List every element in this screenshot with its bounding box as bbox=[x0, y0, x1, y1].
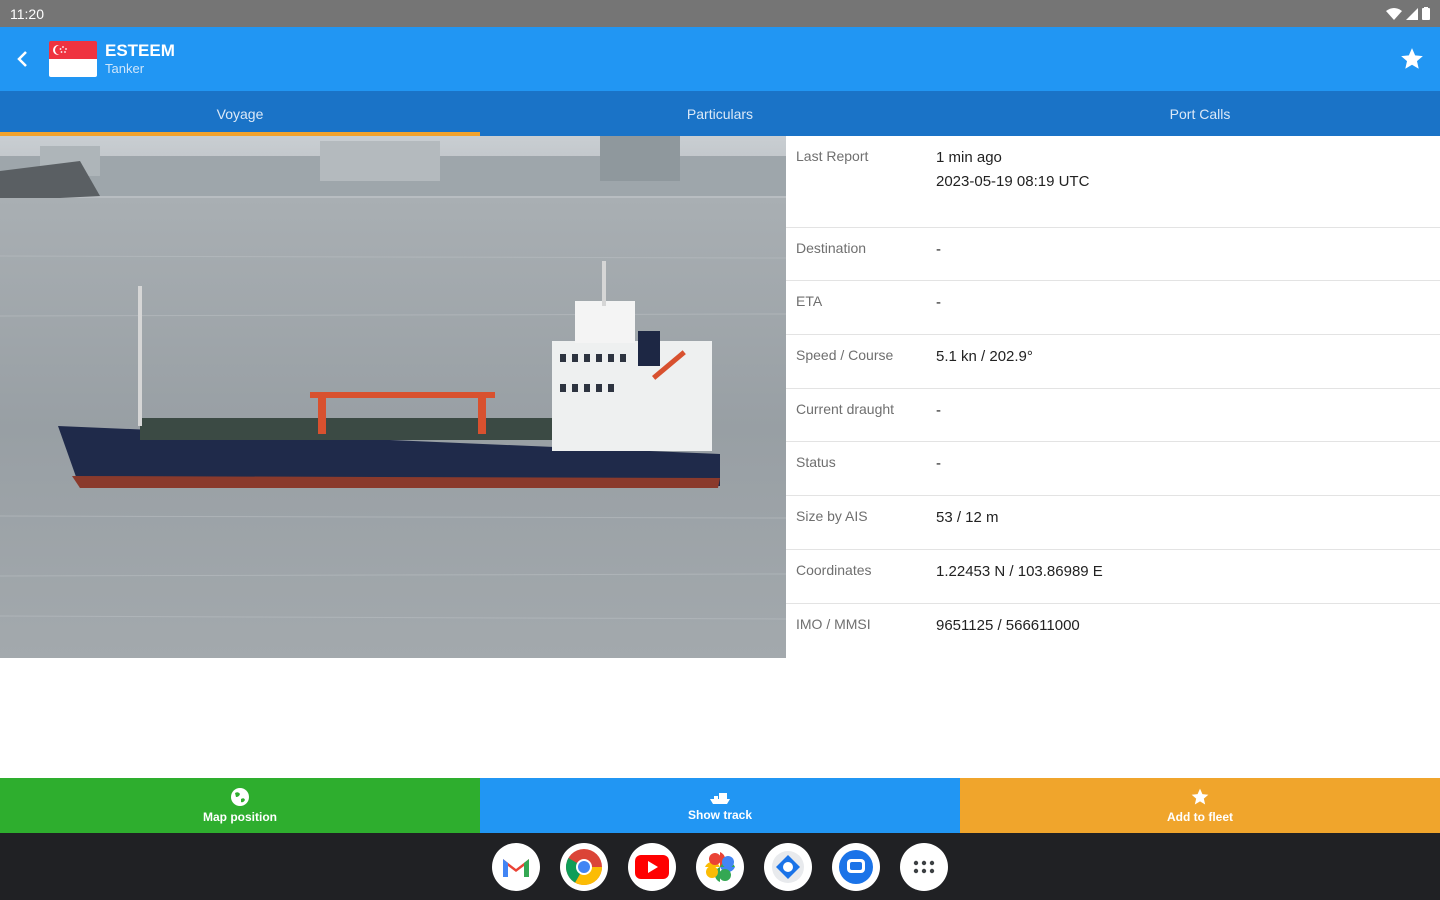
wifi-icon bbox=[1386, 7, 1402, 20]
detail-label: Coordinates bbox=[796, 562, 872, 578]
singapore-flag-icon bbox=[49, 41, 97, 77]
signal-icon bbox=[1406, 7, 1418, 20]
tab-port-calls[interactable]: Port Calls bbox=[960, 91, 1440, 136]
detail-label: Status bbox=[796, 454, 836, 470]
ship-photo-image bbox=[0, 136, 786, 658]
last-report-relative: 1 min ago bbox=[936, 149, 1002, 166]
detail-label: Current draught bbox=[796, 401, 895, 417]
globe-icon bbox=[231, 788, 249, 806]
star-icon bbox=[1401, 48, 1423, 69]
map-position-button[interactable]: Map position bbox=[0, 778, 480, 833]
detail-value: 9651125 / 566611000 bbox=[936, 617, 1080, 634]
back-button[interactable] bbox=[0, 27, 44, 91]
app-launcher-icon[interactable] bbox=[900, 842, 948, 891]
status-bar: 11:20 bbox=[0, 0, 1440, 27]
detail-value: 53 / 12 m bbox=[936, 509, 999, 526]
tab-particulars[interactable]: Particulars bbox=[480, 91, 960, 136]
detail-value: 1 min ago 2023-05-19 08:19 UTC bbox=[936, 146, 1430, 217]
detail-value: 5.1 kn / 202.9° bbox=[936, 348, 1033, 365]
app-bar: ESTEEM Tanker bbox=[0, 27, 1440, 91]
detail-row-eta: ETA - bbox=[786, 281, 1440, 335]
detail-row-size: Size by AIS 53 / 12 m bbox=[786, 496, 1440, 550]
tab-voyage-label: Voyage bbox=[216, 105, 264, 122]
status-icons bbox=[1386, 7, 1430, 20]
battery-icon bbox=[1422, 7, 1430, 20]
detail-label: Speed / Course bbox=[796, 347, 894, 363]
detail-label: IMO / MMSI bbox=[796, 616, 871, 632]
add-to-fleet-label: Add to fleet bbox=[1167, 810, 1233, 824]
gmail-icon[interactable] bbox=[492, 842, 540, 891]
favorite-button[interactable] bbox=[1396, 43, 1428, 75]
chrome-icon[interactable] bbox=[560, 842, 608, 891]
star-icon bbox=[1191, 788, 1209, 805]
detail-value: - bbox=[936, 455, 941, 472]
files-icon[interactable] bbox=[764, 842, 812, 891]
detail-label: Size by AIS bbox=[796, 508, 868, 524]
detail-label: Last Report bbox=[796, 148, 869, 164]
detail-row-destination: Destination - bbox=[786, 228, 1440, 281]
show-track-button[interactable]: Show track bbox=[480, 778, 960, 833]
back-arrow-icon bbox=[17, 51, 27, 67]
youtube-icon[interactable] bbox=[628, 842, 676, 891]
detail-label: ETA bbox=[796, 293, 823, 309]
tab-particulars-label: Particulars bbox=[686, 105, 754, 122]
detail-row-current-draught: Current draught - bbox=[786, 389, 1440, 442]
tab-port-calls-label: Port Calls bbox=[1169, 105, 1231, 122]
show-track-label: Show track bbox=[687, 808, 753, 822]
detail-value: 1.22453 N / 103.86989 E bbox=[936, 563, 1103, 580]
detail-value: - bbox=[936, 294, 941, 311]
detail-row-status: Status - bbox=[786, 442, 1440, 496]
system-dock bbox=[0, 833, 1440, 900]
status-time: 11:20 bbox=[10, 5, 44, 22]
detail-value: - bbox=[936, 402, 941, 419]
ship-name: ESTEEM bbox=[105, 41, 175, 60]
tab-bar: Voyage Particulars Port Calls bbox=[0, 91, 1440, 136]
action-bar: Map position Show track Add to fleet bbox=[0, 778, 1440, 833]
ship-type: Tanker bbox=[105, 61, 145, 76]
tab-voyage[interactable]: Voyage bbox=[0, 91, 480, 136]
map-position-label: Map position bbox=[203, 810, 277, 824]
detail-row-coordinates: Coordinates 1.22453 N / 103.86989 E bbox=[786, 550, 1440, 604]
last-report-timestamp: 2023-05-19 08:19 UTC bbox=[936, 173, 1090, 190]
detail-label: Destination bbox=[796, 240, 867, 256]
add-to-fleet-button[interactable]: Add to fleet bbox=[960, 778, 1440, 833]
photos-icon[interactable] bbox=[696, 842, 744, 891]
detail-row-last-report: Last Report 1 min ago 2023-05-19 08:19 U… bbox=[786, 136, 1440, 228]
ship-icon bbox=[710, 793, 730, 804]
ship-photo[interactable] bbox=[0, 136, 786, 658]
detail-value: - bbox=[936, 241, 941, 258]
detail-row-speed-course: Speed / Course 5.1 kn / 202.9° bbox=[786, 335, 1440, 389]
title-block: ESTEEM Tanker bbox=[105, 41, 175, 77]
messages-icon[interactable] bbox=[832, 842, 880, 891]
voyage-details: Last Report 1 min ago 2023-05-19 08:19 U… bbox=[786, 136, 1440, 658]
detail-row-imo-mmsi: IMO / MMSI 9651125 / 566611000 bbox=[786, 604, 1440, 658]
